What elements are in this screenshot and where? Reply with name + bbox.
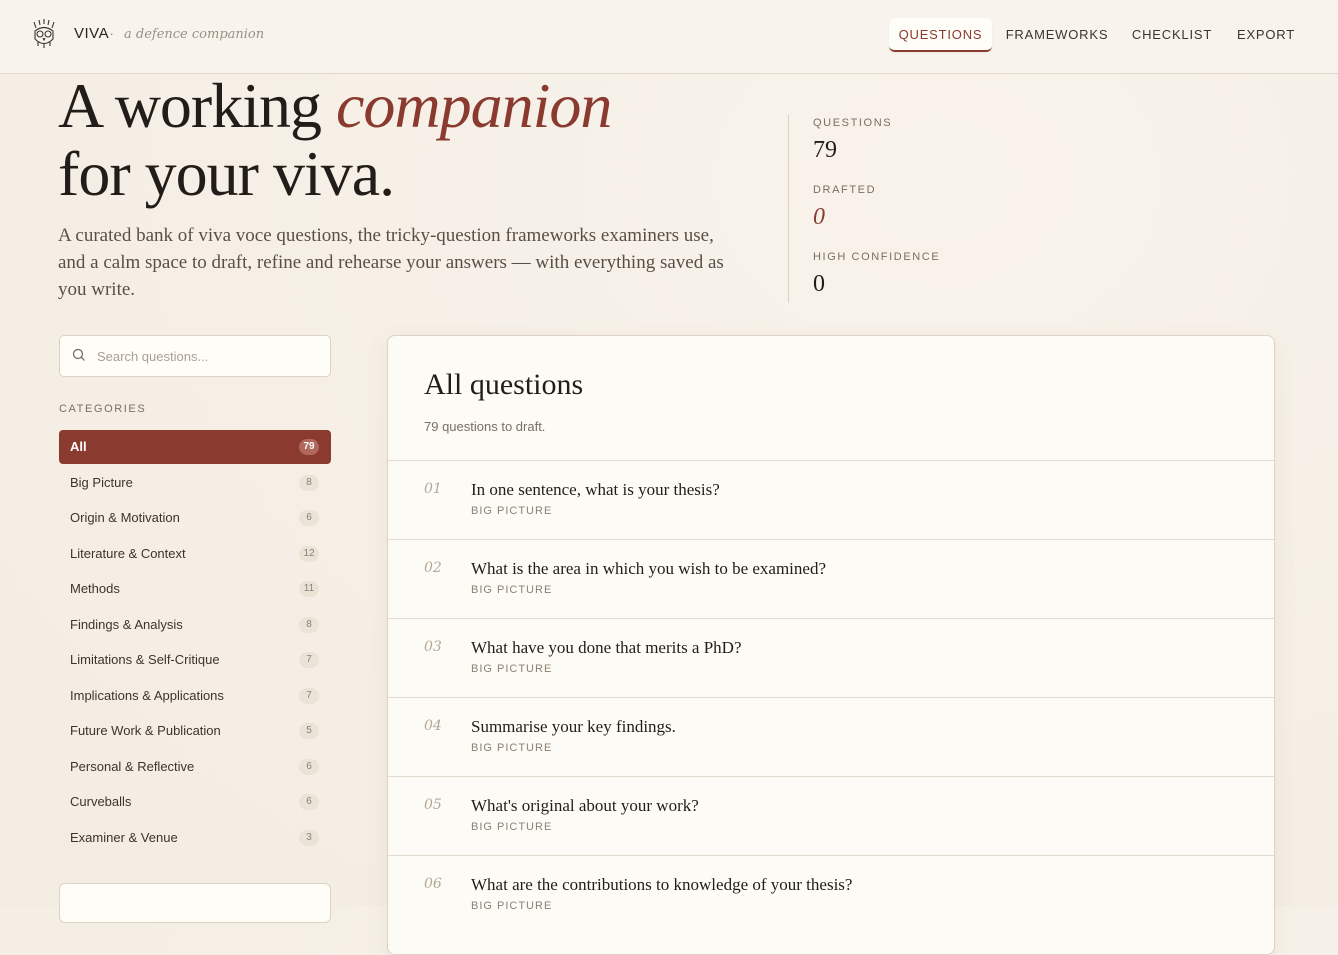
category-label: Future Work & Publication (70, 723, 221, 738)
category-count: 6 (299, 510, 319, 526)
search-input[interactable] (97, 346, 317, 366)
category-label: All (70, 439, 87, 454)
category-count: 79 (299, 439, 319, 455)
search-box (59, 335, 331, 377)
stat-high-confidence-label: HIGH CONFIDENCE (813, 251, 941, 263)
hero-title-accent: companion (336, 70, 612, 141)
stat-high-confidence-value: 0 (813, 271, 825, 297)
category-examiner-venue[interactable]: Examiner & Venue 3 (59, 821, 331, 855)
question-number: 06 (424, 876, 442, 892)
owl-icon (33, 19, 55, 48)
category-curveballs[interactable]: Curveballs 6 (59, 785, 331, 819)
question-text: What have you done that merits a PhD? (471, 638, 742, 657)
question-category: BIG PICTURE (471, 505, 553, 517)
panel-subtitle: 79 questions to draft. (424, 419, 546, 434)
stat-questions-label: QUESTIONS (813, 117, 893, 129)
brand-name[interactable]: VIVA· (74, 25, 115, 42)
hero-title-part2: for your viva. (58, 138, 395, 209)
stat-questions-value: 79 (813, 137, 837, 163)
category-all[interactable]: All 79 (59, 430, 331, 464)
stat-drafted-value: 0 (813, 204, 825, 230)
category-count: 12 (299, 545, 319, 562)
category-label: Curveballs (70, 794, 132, 809)
category-label: Findings & Analysis (70, 616, 183, 632)
question-row[interactable]: 06 What are the contributions to knowled… (388, 855, 1274, 934)
category-label: Examiner & Venue (70, 829, 178, 845)
category-label: Implications & Applications (70, 687, 224, 703)
question-row[interactable]: 02 What is the area in which you wish to… (388, 539, 1274, 618)
question-text: What is the area in which you wish to be… (471, 559, 826, 578)
nav-export[interactable]: EXPORT (1232, 18, 1300, 52)
hero-description: A curated bank of viva voce questions, t… (58, 225, 724, 300)
category-count: 7 (299, 687, 319, 704)
sidebar-card (59, 883, 331, 923)
question-number: 02 (424, 560, 442, 576)
question-list: 01 In one sentence, what is your thesis?… (388, 460, 1274, 934)
category-count: 8 (299, 474, 319, 491)
question-number: 05 (424, 797, 442, 813)
question-row[interactable]: 04 Summarise your key findings. BIG PICT… (388, 697, 1274, 776)
hero-title: A working companion for your viva. (58, 70, 612, 209)
category-label: Origin & Motivation (70, 510, 180, 525)
category-implications[interactable]: Implications & Applications 7 (59, 679, 331, 713)
category-count: 6 (299, 794, 319, 810)
category-label: Limitations & Self-Critique (70, 652, 220, 667)
category-big-picture[interactable]: Big Picture 8 (59, 466, 331, 500)
question-number: 01 (424, 481, 442, 497)
category-label: Big Picture (70, 474, 133, 490)
question-category: BIG PICTURE (471, 821, 553, 833)
category-count: 7 (299, 652, 319, 668)
category-count: 11 (299, 581, 319, 597)
question-category: BIG PICTURE (471, 900, 553, 912)
question-row[interactable]: 05 What's original about your work? BIG … (388, 776, 1274, 855)
category-list: All 79 Big Picture 8 Origin & Motivation… (59, 430, 331, 856)
brand-dot: · (109, 25, 115, 42)
category-label: Methods (70, 581, 120, 596)
category-label: Literature & Context (70, 545, 186, 561)
question-row[interactable]: 01 In one sentence, what is your thesis?… (388, 460, 1274, 539)
category-count: 8 (299, 616, 319, 633)
question-text: In one sentence, what is your thesis? (471, 480, 720, 499)
question-category: BIG PICTURE (471, 663, 553, 675)
category-future-work[interactable]: Future Work & Publication 5 (59, 714, 331, 748)
hero-title-part1: A working (58, 70, 322, 141)
brand-tagline: a defence companion (124, 27, 265, 42)
top-bar: VIVA· a defence companion QUESTIONS FRAM… (0, 0, 1338, 74)
stat-drafted-label: DRAFTED (813, 184, 877, 196)
question-number: 03 (424, 639, 442, 655)
nav-questions[interactable]: QUESTIONS (889, 18, 992, 52)
category-literature-context[interactable]: Literature & Context 12 (59, 537, 331, 571)
category-methods[interactable]: Methods 11 (59, 572, 331, 606)
category-count: 6 (299, 758, 319, 775)
category-personal-reflective[interactable]: Personal & Reflective 6 (59, 750, 331, 784)
question-text: What are the contributions to knowledge … (471, 875, 853, 894)
search-icon (72, 348, 85, 361)
nav-checklist[interactable]: CHECKLIST (1126, 18, 1218, 52)
category-count: 3 (299, 829, 319, 846)
question-category: BIG PICTURE (471, 584, 553, 596)
questions-panel: All questions 79 questions to draft. 01 … (387, 335, 1275, 955)
categories-heading: CATEGORIES (59, 403, 147, 415)
category-count: 5 (299, 723, 319, 739)
nav-frameworks[interactable]: FRAMEWORKS (1002, 18, 1112, 52)
category-label: Personal & Reflective (70, 758, 195, 774)
question-category: BIG PICTURE (471, 742, 553, 754)
category-limitations[interactable]: Limitations & Self-Critique 7 (59, 643, 331, 677)
question-row[interactable]: 03 What have you done that merits a PhD?… (388, 618, 1274, 697)
question-text: Summarise your key findings. (471, 717, 676, 736)
category-origin-motivation[interactable]: Origin & Motivation 6 (59, 501, 331, 535)
question-number: 04 (424, 718, 442, 734)
question-text: What's original about your work? (471, 796, 699, 815)
category-findings-analysis[interactable]: Findings & Analysis 8 (59, 608, 331, 642)
panel-title: All questions (424, 368, 584, 401)
stats-divider (788, 115, 789, 303)
